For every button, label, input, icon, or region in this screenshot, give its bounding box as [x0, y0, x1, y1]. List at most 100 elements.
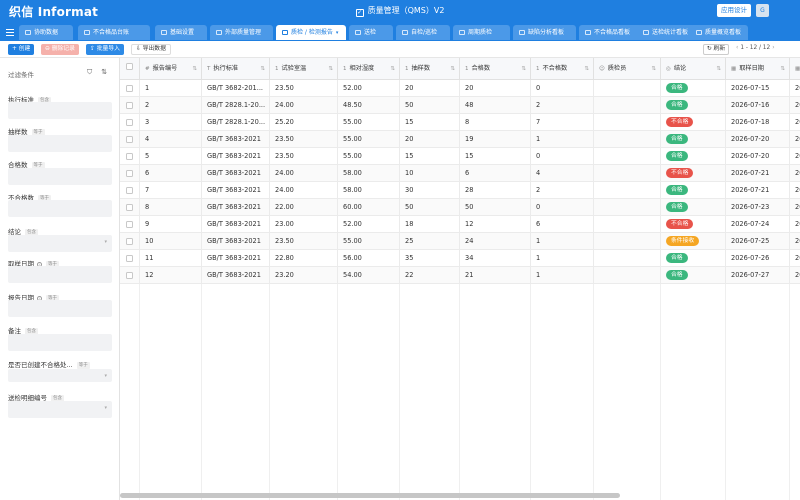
- column-header[interactable]: ▦ 取样日期 ⇅: [726, 58, 790, 80]
- nav-tab[interactable]: 周期质检: [453, 25, 510, 40]
- row-checkbox[interactable]: [126, 136, 133, 143]
- filter-select[interactable]: ▾: [8, 369, 112, 382]
- row-checkbox[interactable]: [126, 187, 133, 194]
- sort-icon[interactable]: ⇅: [260, 58, 265, 80]
- filter-input[interactable]: [8, 266, 112, 283]
- nav-tab[interactable]: 不合格品看板: [579, 25, 642, 40]
- column-header[interactable]: # 报告编号 ⇅: [140, 58, 202, 80]
- column-header[interactable]: 1 合格数 ⇅: [460, 58, 531, 80]
- row-checkbox[interactable]: [126, 170, 133, 177]
- field-type-icon: 1: [275, 66, 279, 72]
- table-cell-pass: 24: [460, 233, 531, 250]
- nav-tab[interactable]: 自检/巡检: [396, 25, 450, 40]
- prev-page-icon[interactable]: ‹: [736, 45, 738, 51]
- nav-tab[interactable]: 不合格品台账: [78, 25, 150, 40]
- sort-icon[interactable]: ⇅: [450, 58, 455, 80]
- table-row[interactable]: 8 GB/T 3683-2021 22.00 60.00 50 50 0 合格 2026-07-…: [120, 199, 800, 216]
- table-row[interactable]: 12 GB/T 3683-2021 23.20 54.00 22 21 1 合格 2026-07…: [120, 267, 800, 284]
- sort-icon[interactable]: ⇅: [780, 58, 785, 80]
- row-checkbox[interactable]: [126, 85, 133, 92]
- row-checkbox[interactable]: [126, 119, 133, 126]
- sort-icon[interactable]: ⇅: [192, 58, 197, 80]
- table-row[interactable]: 2 GB/T 2828.1-20... 24.00 48.50 50 48 2 合格 2026-…: [120, 97, 800, 114]
- table-row[interactable]: 5 GB/T 3683-2021 23.50 55.00 15 15 0 合格 2026-07-…: [120, 148, 800, 165]
- reset-icon[interactable]: ⇅: [101, 68, 107, 76]
- filter-input[interactable]: [8, 168, 112, 185]
- refresh-button[interactable]: ↻ 刷新: [703, 44, 729, 55]
- sort-icon[interactable]: ⇅: [716, 58, 721, 80]
- row-checkbox[interactable]: [126, 272, 133, 279]
- nav-tab[interactable]: 质量概览看板: [690, 25, 748, 40]
- menu-icon[interactable]: [6, 27, 14, 37]
- table-cell-sample: 35: [400, 250, 460, 267]
- table-row[interactable]: 3 GB/T 2828.1-20... 25.20 55.00 15 8 7 不合格 2026-…: [120, 114, 800, 131]
- column-header[interactable]: ◎ 结论 ⇅: [661, 58, 726, 80]
- horizontal-scrollbar[interactable]: [120, 493, 620, 498]
- avatar[interactable]: G: [756, 4, 769, 17]
- bulk-import-button[interactable]: ⇪ 批量导入: [86, 44, 124, 55]
- filter-operator-tag[interactable]: 等于: [76, 362, 90, 369]
- table-row[interactable]: 7 GB/T 3683-2021 24.00 58.00 30 28 2 合格 2026-07-…: [120, 182, 800, 199]
- nav-tab[interactable]: 质检 / 检测报告 ▾: [276, 25, 346, 40]
- row-checkbox[interactable]: [126, 204, 133, 211]
- filter-input[interactable]: [8, 135, 112, 152]
- create-button[interactable]: + 创建: [8, 44, 35, 55]
- sort-icon[interactable]: ⇅: [584, 58, 589, 80]
- column-header[interactable]: T 执行标准 ⇅: [202, 58, 270, 80]
- sort-icon[interactable]: ⇅: [651, 58, 656, 80]
- filter-input[interactable]: [8, 102, 112, 119]
- table-cell-result: 合格: [661, 148, 726, 165]
- filter-select[interactable]: ▾: [8, 401, 112, 418]
- table-cell-result: 合格: [661, 97, 726, 114]
- result-badge: 合格: [666, 83, 688, 93]
- column-header[interactable]: 1 抽样数 ⇅: [400, 58, 460, 80]
- table-row[interactable]: 9 GB/T 3683-2021 23.00 52.00 18 12 6 不合格 2026-07…: [120, 216, 800, 233]
- app-design-button[interactable]: 应用设计: [717, 4, 751, 17]
- column-header[interactable]: 1 相对湿度 ⇅: [338, 58, 400, 80]
- nav-tab[interactable]: 外部质量管理: [210, 25, 273, 40]
- table-cell-std: GB/T 3683-2021: [202, 216, 270, 233]
- filter-icon[interactable]: ⛉: [87, 68, 92, 76]
- nav-tab[interactable]: 缺陷分析看板: [513, 25, 576, 40]
- row-checkbox[interactable]: [126, 153, 133, 160]
- table-cell-rep: 20: [790, 165, 800, 182]
- column-header-label: 抽样数: [411, 65, 431, 72]
- delete-records-button[interactable]: ⊖ 删除记录: [41, 44, 79, 55]
- sort-icon[interactable]: ⇅: [390, 58, 395, 80]
- row-checkbox[interactable]: [126, 102, 133, 109]
- sort-icon[interactable]: ⇅: [328, 58, 333, 80]
- filter-input[interactable]: [8, 300, 112, 317]
- nav-tab-label: 缺陷分析看板: [528, 29, 565, 36]
- table-row[interactable]: 11 GB/T 3683-2021 22.80 56.00 35 34 1 合格 2026-07…: [120, 250, 800, 267]
- filter-select[interactable]: ▾: [8, 235, 112, 252]
- table-row[interactable]: 6 GB/T 3683-2021 24.00 58.00 10 6 4 不合格 2026-07-…: [120, 165, 800, 182]
- next-page-icon[interactable]: ›: [772, 45, 774, 51]
- chevron-down-icon[interactable]: ▾: [336, 26, 339, 40]
- filter-input[interactable]: [8, 200, 112, 217]
- table-cell-date: 2026-07-21: [726, 165, 790, 182]
- table-row[interactable]: 4 GB/T 3683-2021 23.50 55.00 20 19 1 合格 2026-07-…: [120, 131, 800, 148]
- nav-tab[interactable]: 送检统计看板: [637, 25, 695, 40]
- nav-tab[interactable]: 送检: [349, 25, 393, 40]
- column-header[interactable]: 1 不合格数 ⇅: [531, 58, 594, 80]
- row-checkbox[interactable]: [126, 238, 133, 245]
- column-header[interactable]: ▦报: [790, 58, 800, 80]
- row-checkbox[interactable]: [126, 221, 133, 228]
- nav-tab-label: 协助数据: [34, 29, 59, 36]
- nav-tab[interactable]: 协助数据: [19, 25, 73, 40]
- table-cell-pass: 19: [460, 131, 531, 148]
- table-cell-date: 2026-07-24: [726, 216, 790, 233]
- table-row[interactable]: 1 GB/T 3682-201... 23.50 52.00 20 20 0 合格 2026-0…: [120, 80, 800, 97]
- table-row[interactable]: 10 GB/T 3683-2021 23.50 55.00 25 24 1 条件接收 2026-…: [120, 233, 800, 250]
- export-data-button[interactable]: ⇩ 导出数据: [131, 44, 171, 55]
- row-checkbox[interactable]: [126, 255, 133, 262]
- nav-tab-label: 质量概览看板: [705, 29, 742, 36]
- grid-column-line: [460, 284, 531, 500]
- filter-input[interactable]: [8, 334, 112, 351]
- sort-icon[interactable]: ⇅: [521, 58, 526, 80]
- select-all-checkbox[interactable]: [126, 63, 133, 70]
- column-header[interactable]: ☺ 质检员 ⇅: [594, 58, 661, 80]
- nav-tab[interactable]: 基础设置: [155, 25, 207, 40]
- table-cell-date: 2026-07-23: [726, 199, 790, 216]
- column-header[interactable]: 1 试验室温 ⇅: [270, 58, 338, 80]
